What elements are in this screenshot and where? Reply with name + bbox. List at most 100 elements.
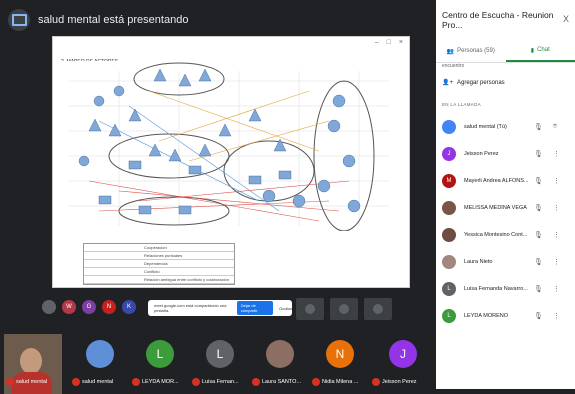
participant-tile[interactable]: L Luisa Fernan... xyxy=(192,332,248,388)
sharing-banner: meet.google.com está compartiendo una pe… xyxy=(148,300,292,316)
participant-row[interactable]: J Jeisson Perez 🎙 ⋮ xyxy=(436,140,575,167)
pin-icon[interactable]: ⌾ xyxy=(553,123,557,131)
tile-name-label: salud mental xyxy=(16,379,47,385)
avatar: L xyxy=(146,340,174,368)
mini-participant-tiles xyxy=(296,298,392,320)
participant-thumb[interactable]: W xyxy=(62,300,76,314)
participant-tile[interactable]: salud mental xyxy=(72,332,128,388)
actor-map-diagram xyxy=(59,61,399,231)
mic-off-icon xyxy=(6,378,14,386)
tile-name: Laura SANTO... xyxy=(252,378,301,386)
participant-name: LEYDA MORENO xyxy=(464,313,528,319)
participant-row[interactable]: MELISSA MEDINA VEGA 🎙 ⋮ xyxy=(436,194,575,221)
close-icon[interactable]: × xyxy=(399,39,403,46)
participant-row[interactable]: M Mayerli Andrea ALFONS... 🎙 ⋮ xyxy=(436,167,575,194)
add-people-button[interactable]: 👤+ Agregar personas xyxy=(436,69,575,96)
shared-slide: – □ × 2. MAPEO DE ACTORES xyxy=(52,36,410,288)
avatar xyxy=(86,340,114,368)
participant-tile[interactable]: L LEYDA MOR... xyxy=(132,332,188,388)
participant-row[interactable]: Yessica Montesino Cont... 🎙 ⋮ xyxy=(436,221,575,248)
tab-people[interactable]: 👥 Personas (59) xyxy=(436,40,506,62)
tile-name: salud mental xyxy=(72,378,113,386)
legend-item: Relación ambigua entre conflicto y colab… xyxy=(84,276,234,284)
side-panel: Centro de Escucha - Reunion Pro... X 👥 P… xyxy=(436,0,575,389)
avatar: J xyxy=(389,340,417,368)
participant-thumb[interactable]: G xyxy=(82,300,96,314)
avatar xyxy=(305,304,315,314)
tile-name-label: salud mental xyxy=(82,379,113,385)
stop-sharing-button[interactable]: Dejar de compartir xyxy=(237,301,273,315)
mini-tile[interactable] xyxy=(296,298,324,320)
presentation-stage: salud mental está presentando – □ × 2. M… xyxy=(0,0,436,389)
tile-name: Luisa Fernan... xyxy=(192,378,239,386)
mic-off-icon: 🎙 xyxy=(534,312,543,320)
more-options-icon[interactable]: ⋮ xyxy=(553,150,560,158)
avatar: J xyxy=(442,147,456,161)
participant-tile[interactable]: N Nidia Milena ... xyxy=(312,332,368,388)
mic-off-icon: 🎙 xyxy=(534,285,543,293)
participant-thumb[interactable]: K xyxy=(122,300,136,314)
avatar xyxy=(442,228,456,242)
mic-off-icon xyxy=(312,378,320,386)
mic-off-icon: 🎙 xyxy=(534,123,543,131)
self-tile[interactable]: salud mental xyxy=(2,332,62,388)
minimize-icon[interactable]: – xyxy=(375,39,379,46)
participant-name: Laura Nieto xyxy=(464,259,528,265)
mic-off-icon: 🎙 xyxy=(534,204,543,212)
more-options-icon[interactable]: ⋮ xyxy=(553,285,560,293)
more-options-icon[interactable]: ⋮ xyxy=(553,177,560,185)
tab-chat[interactable]: ▮ Chat xyxy=(506,40,575,62)
mini-tile[interactable] xyxy=(364,298,392,320)
present-screen-icon xyxy=(8,9,30,31)
tile-name-label: Laura SANTO... xyxy=(262,379,301,385)
legend-item: Conflicto xyxy=(84,268,234,276)
participant-row[interactable]: L Luisa Fernanda Navarro... 🎙 ⋮ xyxy=(436,275,575,302)
mini-tile[interactable] xyxy=(330,298,358,320)
more-options-icon[interactable]: ⋮ xyxy=(553,312,560,320)
mic-off-icon: 🎙 xyxy=(534,150,543,158)
avatar xyxy=(373,304,383,314)
chat-icon: ▮ xyxy=(531,47,534,54)
participant-row[interactable]: Laura Nieto 🎙 ⋮ xyxy=(436,248,575,275)
mic-off-icon: 🎙 xyxy=(534,177,543,185)
add-person-icon: 👤+ xyxy=(442,79,453,86)
tile-name: LEYDA MOR... xyxy=(132,378,179,386)
more-options-icon[interactable]: ⋮ xyxy=(553,204,560,212)
hide-banner-button[interactable]: Ocultar xyxy=(279,306,292,311)
participant-tile[interactable]: Laura SANTO... xyxy=(252,332,308,388)
participant-name: Yessica Montesino Cont... xyxy=(464,232,528,238)
legend-item: Dependencia xyxy=(84,260,234,268)
avatar xyxy=(442,201,456,215)
tile-name-label: Luisa Fernan... xyxy=(202,379,239,385)
sharing-banner-text: meet.google.com está compartiendo una pe… xyxy=(154,303,231,313)
maximize-icon[interactable]: □ xyxy=(387,39,391,46)
mic-off-icon xyxy=(252,378,260,386)
participant-thumb[interactable] xyxy=(42,300,56,314)
participant-tile[interactable]: J Jeisson Perez xyxy=(372,332,434,388)
participant-name: Luisa Fernanda Navarro... xyxy=(464,286,528,292)
legend-item: Relaciones puntuales xyxy=(84,252,234,260)
tile-name: Nidia Milena ... xyxy=(312,378,358,386)
avatar xyxy=(442,120,456,134)
mic-off-icon: 🎙 xyxy=(534,258,543,266)
legend-item: Cooperación xyxy=(84,244,234,252)
add-people-label: Agregar personas xyxy=(457,80,505,86)
avatar xyxy=(339,304,349,314)
more-options-icon[interactable]: ⋮ xyxy=(553,231,560,239)
tile-name-label: Nidia Milena ... xyxy=(322,379,358,385)
in-call-section-title: EN LA LLAMADA xyxy=(436,96,575,113)
meeting-title: Centro de Escucha - Reunion Pro... xyxy=(442,10,575,30)
participant-name: Mayerli Andrea ALFONS... xyxy=(464,178,528,184)
participant-strip: salud mental salud mental L LEYDA MOR...… xyxy=(0,324,436,389)
tile-name: salud mental xyxy=(6,378,47,386)
participant-row[interactable]: L LEYDA MORENO 🎙 ⋮ xyxy=(436,302,575,329)
mic-off-icon: 🎙 xyxy=(534,231,543,239)
avatar xyxy=(266,340,294,368)
participant-thumb[interactable]: N xyxy=(102,300,116,314)
more-options-icon[interactable]: ⋮ xyxy=(553,258,560,266)
participant-row[interactable]: salud mental (Tú) 🎙 ⌾ xyxy=(436,113,575,140)
avatar xyxy=(442,255,456,269)
presenter-title: salud mental está presentando xyxy=(38,14,188,26)
slide-controls[interactable]: – □ × xyxy=(375,39,403,46)
close-panel-button[interactable]: X xyxy=(563,14,569,24)
